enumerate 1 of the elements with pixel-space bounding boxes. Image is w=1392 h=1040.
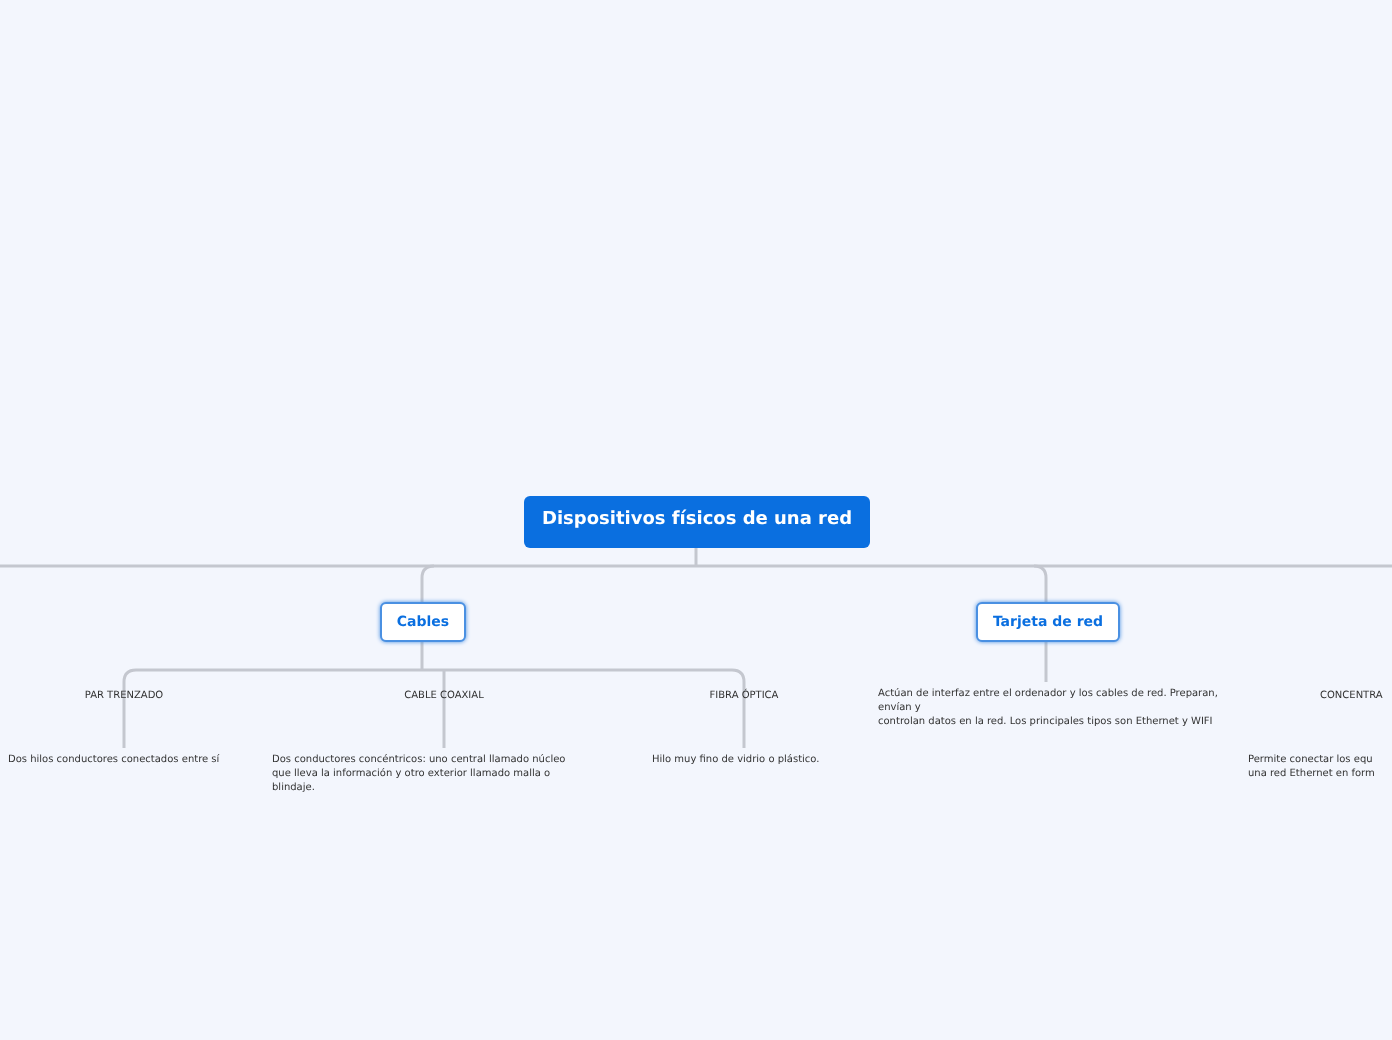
root-topic: Dispositivos físicos de una red (524, 496, 870, 548)
